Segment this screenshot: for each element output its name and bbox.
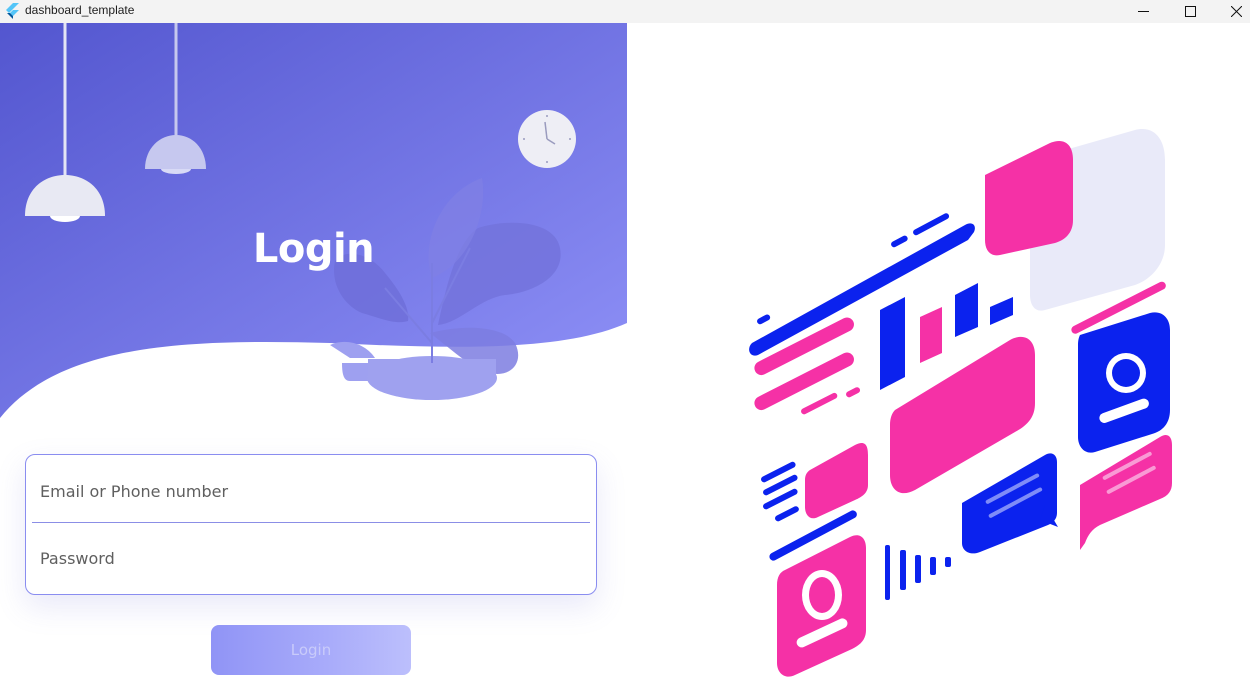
window-title: dashboard_template bbox=[25, 3, 135, 17]
wall-clock-icon bbox=[518, 110, 576, 168]
login-form bbox=[25, 454, 597, 595]
close-icon bbox=[1230, 6, 1242, 17]
minimize-icon bbox=[1137, 11, 1149, 12]
page-title: Login bbox=[252, 226, 375, 272]
password-field[interactable] bbox=[32, 527, 590, 589]
maximize-button[interactable] bbox=[1167, 0, 1213, 23]
login-panel: Login Login bbox=[0, 23, 627, 698]
dashboard-illustration bbox=[749, 129, 1172, 677]
title-bar: dashboard_template bbox=[0, 0, 1250, 23]
flutter-logo-icon bbox=[6, 3, 19, 19]
close-button[interactable] bbox=[1213, 0, 1250, 23]
email-field[interactable] bbox=[32, 461, 590, 523]
decorative-shapes bbox=[749, 129, 1172, 677]
login-button[interactable]: Login bbox=[211, 625, 411, 675]
maximize-icon bbox=[1184, 6, 1196, 17]
minimize-button[interactable] bbox=[1120, 0, 1166, 23]
